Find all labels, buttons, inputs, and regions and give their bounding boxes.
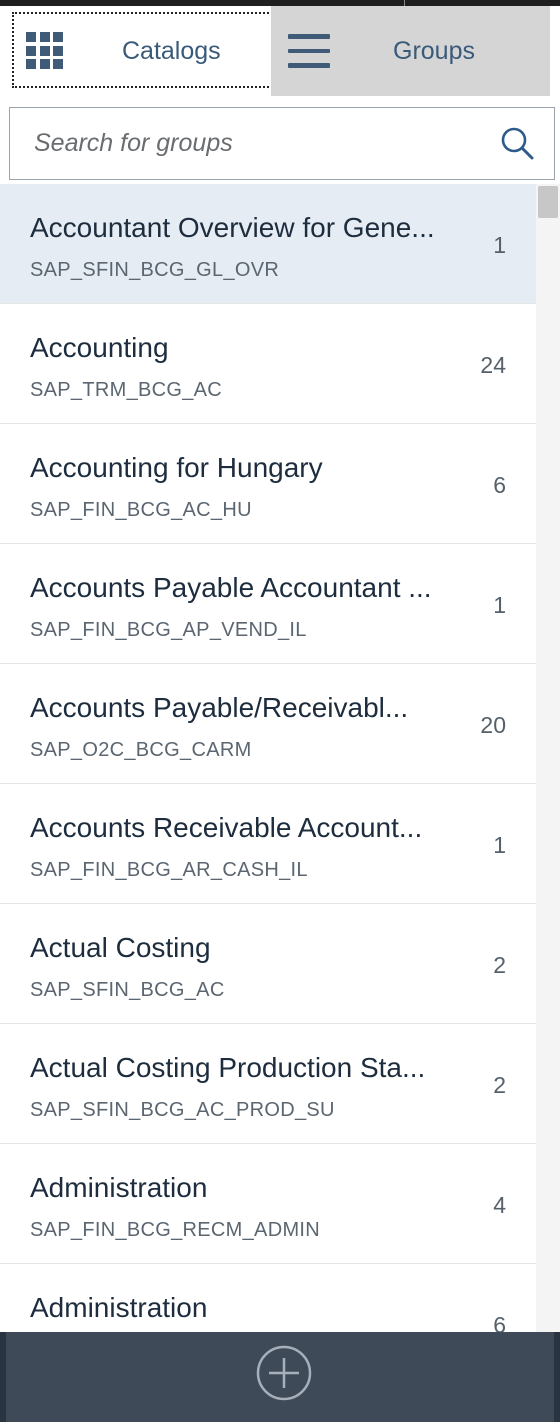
tab-catalogs-label: Catalogs <box>122 37 221 65</box>
list-item[interactable]: Accountant Overview for Gene... SAP_SFIN… <box>0 184 536 304</box>
search-field <box>9 107 555 180</box>
list-item[interactable]: Actual Costing Production Sta... SAP_SFI… <box>0 1024 536 1144</box>
tile-count: 2 <box>493 952 506 978</box>
tile-count: 20 <box>480 712 506 738</box>
list-item[interactable]: Accounting SAP_TRM_BCG_AC 24 <box>0 304 536 424</box>
list-item[interactable]: Administration SAP_FIN_BCG_RECM_ADMIN 4 <box>0 1144 536 1264</box>
search-icon[interactable] <box>500 126 534 160</box>
group-list: Accountant Overview for Gene... SAP_SFIN… <box>0 184 536 1332</box>
list-item[interactable]: Accounts Receivable Account... SAP_FIN_B… <box>0 784 536 904</box>
group-id: SAP_SFIN_BCG_AC_PROD_SU <box>30 1099 335 1121</box>
tab-groups-label: Groups <box>393 37 475 65</box>
group-id: SAP_SFIN_BCG_AC <box>30 979 225 1001</box>
tile-count: 6 <box>493 472 506 498</box>
group-title: Accounting for Hungary <box>30 452 323 483</box>
footer-bar <box>0 1332 560 1422</box>
group-id: SAP_TRM_BCG_AC <box>30 379 223 401</box>
group-title: Accounts Payable Accountant ... <box>30 572 432 603</box>
group-title: Accounts Payable/Receivabl... <box>30 692 409 723</box>
group-title: Administration <box>30 1172 208 1203</box>
group-title: Actual Costing Production Sta... <box>30 1052 426 1083</box>
group-id: SAP_FIN_BCG_AR_CASH_IL <box>30 859 308 881</box>
group-title: Administration <box>30 1292 208 1323</box>
tile-count: 1 <box>493 232 506 258</box>
tab-groups[interactable]: Groups <box>271 6 550 96</box>
tab-bar: Catalogs Groups <box>0 6 560 96</box>
list-item[interactable]: Administration 6 <box>0 1264 536 1332</box>
tile-count: 24 <box>480 352 506 378</box>
search-input[interactable] <box>10 108 490 178</box>
tile-count: 2 <box>493 1072 506 1098</box>
group-title: Actual Costing <box>30 932 211 963</box>
tile-count: 1 <box>493 832 506 858</box>
list-scrollbar[interactable] <box>536 184 560 1332</box>
group-id: SAP_FIN_BCG_AP_VEND_IL <box>30 619 307 641</box>
add-circle-icon[interactable] <box>256 1345 312 1401</box>
group-id: SAP_O2C_BCG_CARM <box>30 739 252 761</box>
tile-count: 4 <box>493 1192 506 1218</box>
grid-icon <box>26 32 63 69</box>
list-item[interactable]: Actual Costing SAP_SFIN_BCG_AC 2 <box>0 904 536 1024</box>
group-id: SAP_SFIN_BCG_GL_OVR <box>30 259 280 281</box>
tab-catalogs[interactable]: Catalogs <box>0 6 273 96</box>
scrollbar-thumb[interactable] <box>538 186 558 218</box>
group-id: SAP_FIN_BCG_AC_HU <box>30 499 252 521</box>
menu-icon <box>288 34 330 68</box>
list-item[interactable]: Accounting for Hungary SAP_FIN_BCG_AC_HU… <box>0 424 536 544</box>
tile-count: 6 <box>493 1312 506 1332</box>
group-title: Accountant Overview for Gene... <box>30 212 435 243</box>
tile-count: 1 <box>493 592 506 618</box>
group-title: Accounting <box>30 332 169 363</box>
list-item[interactable]: Accounts Payable/Receivabl... SAP_O2C_BC… <box>0 664 536 784</box>
group-title: Accounts Receivable Account... <box>30 812 423 843</box>
list-item[interactable]: Accounts Payable Accountant ... SAP_FIN_… <box>0 544 536 664</box>
group-id: SAP_FIN_BCG_RECM_ADMIN <box>30 1219 320 1241</box>
